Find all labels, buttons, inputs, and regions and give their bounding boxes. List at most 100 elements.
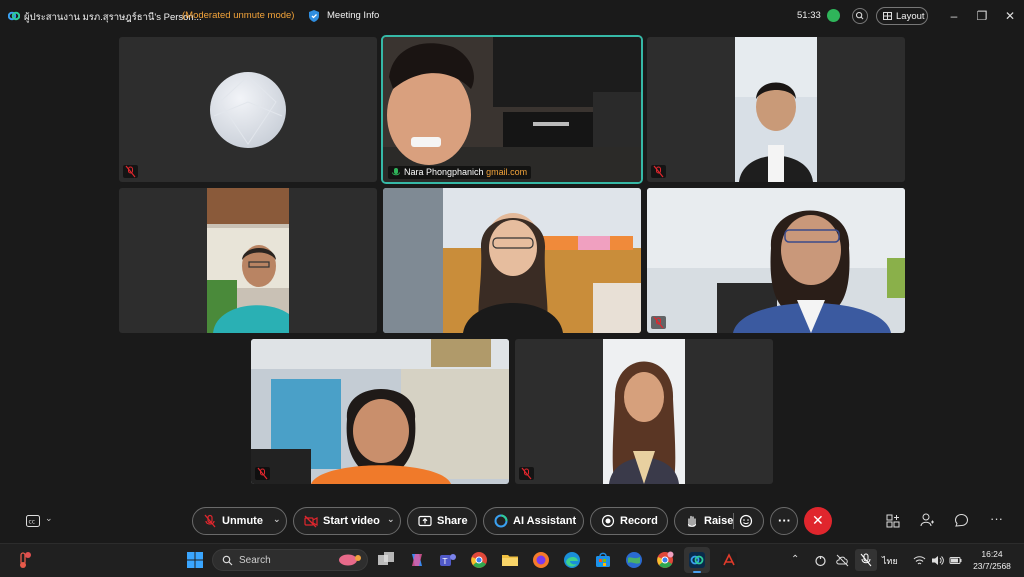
record-label: Record — [620, 515, 658, 527]
zoom-icon[interactable] — [852, 8, 868, 24]
windows-start-icon[interactable] — [186, 551, 204, 569]
layout-button[interactable]: Layout — [876, 7, 928, 25]
restore-icon[interactable]: ❐ — [974, 8, 990, 24]
chat-icon[interactable] — [954, 513, 969, 528]
grid-icon — [883, 12, 892, 20]
meeting-info-button[interactable]: Meeting Info — [327, 10, 379, 21]
raise-hand-button[interactable]: Raise — [674, 507, 764, 535]
chevron-down-icon[interactable]: ⌄ — [273, 514, 281, 525]
svg-text:T: T — [442, 557, 448, 566]
mic-tray-button[interactable] — [855, 549, 877, 571]
search-placeholder: Search — [239, 555, 271, 566]
edge-icon[interactable] — [563, 551, 581, 569]
participant-tile[interactable] — [383, 188, 641, 333]
video-feed — [383, 188, 641, 333]
closed-captions-icon: cc — [26, 515, 40, 527]
start-video-label: Start video — [323, 515, 380, 527]
cloud-off-icon[interactable] — [836, 554, 849, 567]
muted-mic-icon — [123, 165, 138, 178]
meeting-title: ผู้ประสานงาน มรภ.สุราษฎร์ธานี's Person..… — [24, 12, 202, 23]
share-label: Share — [437, 515, 468, 527]
minimize-icon[interactable]: – — [946, 8, 962, 24]
webex-logo-icon — [8, 11, 20, 21]
chevron-down-icon[interactable]: ⌄ — [387, 514, 395, 525]
reactions-icon[interactable] — [739, 514, 753, 528]
close-icon[interactable]: ✕ — [1002, 8, 1018, 24]
participant-tile[interactable] — [119, 37, 377, 182]
file-explorer-icon[interactable] — [501, 551, 519, 569]
weather-icon[interactable] — [14, 551, 32, 569]
record-icon — [601, 514, 615, 528]
participants-icon[interactable] — [920, 513, 935, 528]
end-call-button[interactable]: ✕ — [804, 507, 832, 535]
video-feed — [383, 37, 641, 182]
title-bar: ผู้ประสานงาน มรภ.สุราษฎร์ธานี's Person..… — [0, 0, 1024, 32]
share-screen-icon — [418, 515, 432, 527]
teams-icon[interactable]: T — [439, 551, 457, 569]
participant-tile[interactable] — [647, 37, 905, 182]
chrome-profile-icon[interactable] — [656, 551, 674, 569]
participant-tile[interactable] — [119, 188, 377, 333]
muted-mic-icon — [255, 467, 270, 480]
clock-time: 16:24 — [981, 549, 1003, 559]
record-button[interactable]: Record — [590, 507, 668, 535]
muted-mic-icon — [651, 165, 666, 178]
webex-icon — [689, 552, 705, 568]
volume-icon[interactable] — [931, 554, 944, 567]
raise-hand-icon — [687, 515, 697, 527]
start-video-button[interactable]: Start video ⌄ — [293, 507, 401, 535]
video-feed — [735, 37, 817, 182]
onedrive-icon[interactable] — [814, 554, 827, 567]
speaker-email: gmail.com — [486, 167, 528, 177]
participant-tile[interactable] — [647, 188, 905, 333]
more-icon: ··· — [778, 513, 791, 528]
close-icon: ✕ — [812, 512, 824, 528]
unmute-button[interactable]: Unmute ⌄ — [192, 507, 287, 535]
connection-signal-icon[interactable] — [827, 9, 840, 22]
globe-app-icon[interactable] — [625, 551, 643, 569]
chevron-up-icon[interactable]: ⌃ — [791, 554, 804, 567]
store-icon[interactable] — [594, 551, 612, 569]
meeting-timer: 51:33 — [797, 10, 821, 21]
apps-icon[interactable] — [886, 514, 901, 528]
participant-tile[interactable] — [251, 339, 509, 484]
closed-captions-button[interactable]: cc ⌄ — [26, 513, 56, 528]
taskbar-search[interactable]: Search — [212, 549, 368, 571]
participant-tile-active-speaker[interactable]: Nara Phongphanich gmail.com — [383, 37, 641, 182]
wifi-icon[interactable] — [913, 554, 926, 567]
avatar-icon — [210, 72, 286, 148]
speaker-name-tag: Nara Phongphanich gmail.com — [388, 166, 532, 179]
more-options-button[interactable]: ··· — [770, 507, 798, 535]
battery-icon[interactable] — [949, 554, 962, 567]
firefox-icon[interactable] — [532, 551, 550, 569]
ai-assistant-button[interactable]: AI Assistant — [483, 507, 584, 535]
webex-taskbar-button[interactable] — [684, 547, 710, 573]
copilot-icon[interactable] — [408, 551, 426, 569]
search-highlight-icon — [339, 554, 361, 566]
muted-mic-icon — [519, 467, 534, 480]
chevron-down-icon: ⌄ — [45, 513, 53, 523]
share-button[interactable]: Share — [407, 507, 477, 535]
ai-assistant-label: AI Assistant — [513, 515, 577, 527]
video-feed — [207, 188, 289, 333]
svg-text:cc: cc — [29, 519, 36, 526]
video-feed — [251, 339, 509, 484]
active-indicator — [693, 571, 701, 573]
video-off-icon — [304, 515, 318, 528]
more-icon[interactable]: ··· — [990, 511, 1003, 526]
active-mic-icon — [392, 168, 400, 176]
input-language[interactable]: ไทย — [882, 554, 898, 568]
shield-icon[interactable] — [307, 9, 321, 23]
participant-tile[interactable] — [515, 339, 773, 484]
microphone-muted-icon — [860, 553, 872, 567]
speaker-name: Nara Phongphanich — [404, 167, 487, 177]
system-clock[interactable]: 16:24 23/7/2568 — [970, 548, 1014, 572]
task-view-icon[interactable] — [377, 551, 395, 569]
unmute-mode-label: (Moderated unmute mode) — [182, 10, 295, 21]
muted-mic-icon — [204, 514, 216, 528]
chrome-icon[interactable] — [470, 551, 488, 569]
divider — [733, 513, 734, 529]
acrobat-icon[interactable] — [720, 551, 738, 569]
video-feed — [647, 188, 905, 333]
windows-taskbar: Search T ⌃ ไทย 16:24 23/7/2568 — [0, 543, 1024, 577]
